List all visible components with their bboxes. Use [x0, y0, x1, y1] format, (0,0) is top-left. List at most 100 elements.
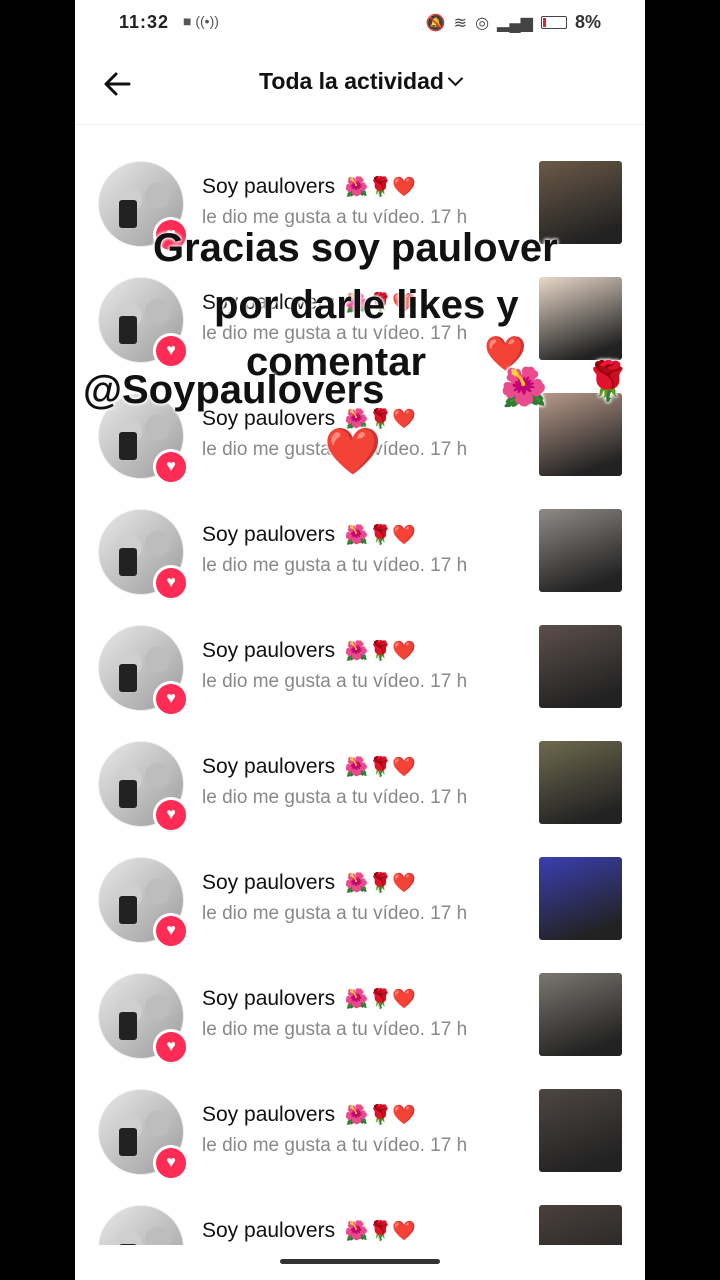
- video-thumbnail[interactable]: [539, 1089, 622, 1172]
- activity-time: 17 h: [430, 323, 468, 344]
- user-name-text: Soy paulovers: [202, 291, 336, 314]
- activity-time: 17 h: [430, 1135, 468, 1156]
- heart-icon: ♥: [153, 449, 189, 485]
- activity-action: le dio me gusta a tu vídeo.: [202, 555, 425, 576]
- name-emojis: 🌺🌹❤️: [344, 1105, 416, 1126]
- heart-icon: ♥: [153, 1029, 189, 1065]
- activity-text: le dio me gusta a tu vídeo. 17 h: [202, 903, 467, 925]
- activity-row[interactable]: ♥ Soy paulovers 🌺🌹❤️ le dio me gusta a tu …: [75, 857, 645, 973]
- activity-action: le dio me gusta a tu vídeo.: [202, 323, 425, 344]
- video-thumbnail[interactable]: [539, 625, 622, 708]
- heart-icon: ♥: [153, 1145, 189, 1181]
- activity-row[interactable]: ♥ Soy paulovers 🌺🌹❤️ le dio me gusta a tu …: [75, 277, 645, 393]
- avatar[interactable]: [98, 1205, 184, 1245]
- battery-percent: 8%: [574, 12, 601, 32]
- signal-icon: ▂▄▆: [497, 14, 533, 32]
- activity-text: le dio me gusta a tu vídeo. 17 h: [202, 787, 467, 809]
- activity-time: 17 h: [430, 439, 468, 460]
- activity-text: le dio me gusta a tu vídeo. 17 h: [202, 1135, 467, 1157]
- name-emojis: 🌺🌹❤️: [344, 873, 416, 894]
- name-emojis: 🌺🌹❤️: [344, 757, 416, 778]
- status-system-icons: 🔕 ≋ ◎ ▂▄▆ 8%: [426, 12, 601, 33]
- user-name[interactable]: Soy paulovers 🌺🌹❤️: [202, 755, 416, 779]
- hotspot-icon: ◎: [475, 14, 490, 32]
- user-name[interactable]: Soy paulovers 🌺🌹❤️: [202, 175, 416, 199]
- user-name-text: Soy paulovers: [202, 755, 336, 778]
- activity-filter-dropdown[interactable]: Toda la actividad: [75, 68, 645, 95]
- status-time: 11:32: [119, 12, 170, 32]
- video-thumbnail[interactable]: [539, 1205, 622, 1245]
- activity-row[interactable]: ♥ Soy paulovers 🌺🌹❤️ le dio me gusta a tu …: [75, 973, 645, 1089]
- name-emojis: 🌺🌹❤️: [344, 177, 416, 198]
- user-name[interactable]: Soy paulovers 🌺🌹❤️: [202, 871, 416, 895]
- status-notification-icons: ■ ((•)): [183, 13, 219, 29]
- activity-row[interactable]: ♥ Soy paulovers 🌺🌹❤️ le dio me gusta a tu …: [75, 393, 645, 509]
- user-name[interactable]: Soy paulovers 🌺🌹❤️: [202, 987, 416, 1011]
- name-emojis: 🌺🌹❤️: [344, 989, 416, 1010]
- activity-text: le dio me gusta a tu vídeo. 17 h: [202, 671, 467, 693]
- activity-text: le dio me gusta a tu vídeo. 17 h: [202, 555, 467, 577]
- activity-row[interactable]: ♥ Soy paulovers 🌺🌹❤️ le dio me gusta a tu …: [75, 509, 645, 625]
- user-name-text: Soy paulovers: [202, 523, 336, 546]
- activity-row[interactable]: ♥ Soy paulovers 🌺🌹❤️ le dio me gusta a tu …: [75, 625, 645, 741]
- activity-row[interactable]: ♥ Soy paulovers 🌺🌹❤️ le dio me gusta a tu …: [75, 1089, 645, 1205]
- name-emojis: 🌺🌹❤️: [344, 525, 416, 546]
- activity-action: le dio me gusta a tu vídeo.: [202, 787, 425, 808]
- user-name-text: Soy paulovers: [202, 175, 336, 198]
- heart-icon: ♥: [153, 565, 189, 601]
- status-bar: 11:32 ■ ((•)) 🔕 ≋ ◎ ▂▄▆ 8%: [75, 0, 645, 46]
- video-thumbnail[interactable]: [539, 741, 622, 824]
- activity-text: le dio me gusta a tu vídeo. 17 h: [202, 207, 467, 229]
- activity-action: le dio me gusta a tu vídeo.: [202, 671, 425, 692]
- activity-time: 17 h: [430, 1019, 468, 1040]
- activity-row[interactable]: ♥ Soy paulovers 🌺🌹❤️ le dio me gusta a tu …: [75, 741, 645, 857]
- user-name[interactable]: Soy paulovers 🌺🌹❤️: [202, 407, 416, 431]
- user-name[interactable]: Soy paulovers 🌺🌹❤️: [202, 1103, 416, 1127]
- user-name-text: Soy paulovers: [202, 639, 336, 662]
- activity-time: 17 h: [430, 207, 468, 228]
- activity-action: le dio me gusta a tu vídeo.: [202, 1019, 425, 1040]
- video-thumbnail[interactable]: [539, 161, 622, 244]
- activity-time: 17 h: [430, 787, 468, 808]
- activity-action: le dio me gusta a tu vídeo.: [202, 1135, 425, 1156]
- video-thumbnail[interactable]: [539, 973, 622, 1056]
- activity-time: 17 h: [430, 671, 468, 692]
- activity-list[interactable]: ♥ Soy paulovers 🌺🌹❤️ le dio me gusta a tu …: [75, 125, 645, 1245]
- wifi-icon: ≋: [453, 14, 468, 32]
- user-name-text: Soy paulovers: [202, 871, 336, 894]
- activity-action: le dio me gusta a tu vídeo.: [202, 439, 425, 460]
- page-title: Toda la actividad: [259, 68, 444, 94]
- mute-icon: 🔕: [425, 14, 446, 32]
- activity-text: le dio me gusta a tu vídeo. 17 h: [202, 439, 467, 461]
- battery-icon: [540, 16, 567, 29]
- chevron-down-icon: [447, 70, 464, 87]
- activity-text: le dio me gusta a tu vídeo. 17 h: [202, 1019, 467, 1041]
- name-emojis: 🌺🌹❤️: [344, 641, 416, 662]
- heart-icon: ♥: [153, 333, 189, 369]
- user-name[interactable]: Soy paulovers 🌺🌹❤️: [202, 1219, 416, 1243]
- activity-time: 17 h: [430, 903, 468, 924]
- phone-screen: 11:32 ■ ((•)) 🔕 ≋ ◎ ▂▄▆ 8% Toda la activ…: [75, 0, 645, 1280]
- home-indicator: [280, 1259, 440, 1264]
- user-name-text: Soy paulovers: [202, 987, 336, 1010]
- activity-row[interactable]: ♥Soy paulovers 🌺🌹❤️: [75, 1205, 645, 1245]
- video-thumbnail[interactable]: [539, 509, 622, 592]
- user-name[interactable]: Soy paulovers 🌺🌹❤️: [202, 291, 416, 315]
- app-header: Toda la actividad: [75, 46, 645, 125]
- heart-icon: ♥: [153, 913, 189, 949]
- heart-icon: ♥: [153, 217, 189, 253]
- video-thumbnail[interactable]: [539, 857, 622, 940]
- activity-time: 17 h: [430, 555, 468, 576]
- name-emojis: 🌺🌹❤️: [344, 293, 416, 314]
- video-thumbnail[interactable]: [539, 393, 622, 476]
- name-emojis: 🌺🌹❤️: [344, 409, 416, 430]
- activity-row[interactable]: ♥ Soy paulovers 🌺🌹❤️ le dio me gusta a tu …: [75, 161, 645, 277]
- user-name-text: Soy paulovers: [202, 1219, 336, 1242]
- user-name-text: Soy paulovers: [202, 1103, 336, 1126]
- video-thumbnail[interactable]: [539, 277, 622, 360]
- heart-icon: ♥: [153, 797, 189, 833]
- user-name[interactable]: Soy paulovers 🌺🌹❤️: [202, 523, 416, 547]
- user-name[interactable]: Soy paulovers 🌺🌹❤️: [202, 639, 416, 663]
- activity-action: le dio me gusta a tu vídeo.: [202, 903, 425, 924]
- name-emojis: 🌺🌹❤️: [344, 1221, 416, 1242]
